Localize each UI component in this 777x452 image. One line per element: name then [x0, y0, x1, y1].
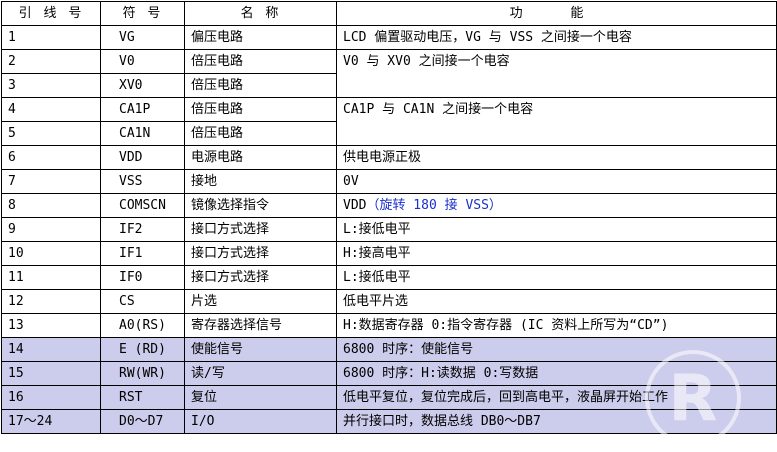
name-cell: 倍压电路	[184, 73, 337, 98]
function-cell: 供电电源正极	[336, 145, 777, 170]
function-cell: 低电平复位，复位完成后，回到高电平，液晶屏开始工作	[336, 385, 777, 410]
pin-cell: 2	[1, 49, 101, 74]
function-cell: H:接高电平	[336, 241, 777, 266]
pin-cell: 10	[1, 241, 101, 266]
name-cell: 接口方式选择	[184, 217, 337, 242]
name-cell: 复位	[184, 385, 337, 410]
pin-cell: 16	[1, 385, 101, 410]
function-cell: L:接低电平	[336, 265, 777, 290]
table-row: 16 RST 复位 低电平复位，复位完成后，回到高电平，液晶屏开始工作	[1, 385, 777, 410]
symbol-cell: D0～D7	[100, 409, 185, 434]
name-cell: 片选	[184, 289, 337, 314]
table-row: 12 CS 片选 低电平片选	[1, 289, 777, 314]
name-cell: 读/写	[184, 361, 337, 386]
pin-cell: 6	[1, 145, 101, 170]
pin-cell: 15	[1, 361, 101, 386]
symbol-cell: RW(WR)	[100, 361, 185, 386]
table-row: 10 IF1 接口方式选择 H:接高电平	[1, 241, 777, 266]
name-cell: 倍压电路	[184, 121, 337, 146]
table-row: 11 IF0 接口方式选择 L:接低电平	[1, 265, 777, 290]
name-cell: 电源电路	[184, 145, 337, 170]
symbol-cell: A0(RS)	[100, 313, 185, 338]
function-cell: 6800 时序：使能信号	[336, 337, 777, 362]
name-cell: I/O	[184, 409, 337, 434]
symbol-cell: IF0	[100, 265, 185, 290]
pin-cell: 9	[1, 217, 101, 242]
pin-cell: 7	[1, 169, 101, 194]
function-cell: 6800 时序：H:读数据 0:写数据	[336, 361, 777, 386]
table-row: 2 V0 倍压电路 V0 与 XV0 之间接一个电容	[1, 49, 777, 98]
symbol-cell: V0	[100, 49, 185, 74]
symbol-cell: CA1N	[100, 121, 185, 146]
name-cell: 接地	[184, 169, 337, 194]
name-cell: 偏压电路	[184, 25, 337, 50]
symbol-cell: VSS	[100, 169, 185, 194]
pin-cell: 13	[1, 313, 101, 338]
function-cell: 0V	[336, 169, 777, 194]
name-cell: 镜像选择指令	[184, 193, 337, 218]
function-cell: L:接低电平	[336, 217, 777, 242]
table-row: 15 RW(WR) 读/写 6800 时序：H:读数据 0:写数据	[1, 361, 777, 386]
symbol-cell: RST	[100, 385, 185, 410]
function-cell: LCD 偏置驱动电压，VG 与 VSS 之间接一个电容	[336, 25, 777, 50]
table-row: 9 IF2 接口方式选择 L:接低电平	[1, 217, 777, 242]
function-cell: VDD（旋转 180 接 VSS）	[336, 193, 777, 218]
pin-definition-table: 引 线 号 符 号 名 称 功 能 1 VG 偏压电路 LCD 偏置驱动电压，V…	[1, 1, 777, 434]
rotation-note: （旋转 180 接 VSS）	[366, 198, 502, 213]
header-symbol: 符 号	[100, 1, 185, 26]
table-row: 4 CA1P 倍压电路 CA1P 与 CA1N 之间接一个电容	[1, 97, 777, 146]
symbol-cell: CA1P	[100, 97, 185, 122]
header-pin: 引 线 号	[1, 1, 101, 26]
header-function: 功 能	[336, 1, 777, 26]
pin-cell: 17～24	[1, 409, 101, 434]
symbol-cell: E (RD)	[100, 337, 185, 362]
header-name: 名 称	[184, 1, 337, 26]
table-row: 17～24 D0～D7 I/O 并行接口时，数据总线 DB0～DB7	[1, 409, 777, 434]
symbol-cell: VG	[100, 25, 185, 50]
pin-cell: 14	[1, 337, 101, 362]
table-row: 1 VG 偏压电路 LCD 偏置驱动电压，VG 与 VSS 之间接一个电容	[1, 25, 777, 50]
name-cell: 寄存器选择信号	[184, 313, 337, 338]
pin-cell: 3	[1, 73, 101, 98]
table-row: 6 VDD 电源电路 供电电源正极	[1, 145, 777, 170]
name-cell: 接口方式选择	[184, 265, 337, 290]
pin-cell: 8	[1, 193, 101, 218]
symbol-cell: IF1	[100, 241, 185, 266]
pin-cell: 5	[1, 121, 101, 146]
name-cell: 倍压电路	[184, 49, 337, 74]
pin-cell: 4	[1, 97, 101, 122]
pin-cell: 12	[1, 289, 101, 314]
header-row: 引 线 号 符 号 名 称 功 能	[1, 1, 777, 26]
symbol-cell: CS	[100, 289, 185, 314]
symbol-cell: VDD	[100, 145, 185, 170]
name-cell: 使能信号	[184, 337, 337, 362]
function-text: VDD	[343, 198, 367, 213]
name-cell: 接口方式选择	[184, 241, 337, 266]
pin-cell: 11	[1, 265, 101, 290]
function-cell: 并行接口时，数据总线 DB0～DB7	[336, 409, 777, 434]
function-cell: H:数据寄存器 0:指令寄存器 (IC 资料上所写为“CD”)	[336, 313, 777, 338]
table-row: 14 E (RD) 使能信号 6800 时序：使能信号	[1, 337, 777, 362]
table-row: 7 VSS 接地 0V	[1, 169, 777, 194]
pin-cell: 1	[1, 25, 101, 50]
symbol-cell: COMSCN	[100, 193, 185, 218]
function-cell: V0 与 XV0 之间接一个电容	[336, 49, 777, 98]
symbol-cell: IF2	[100, 217, 185, 242]
name-cell: 倍压电路	[184, 97, 337, 122]
table-row: 8 COMSCN 镜像选择指令 VDD（旋转 180 接 VSS）	[1, 193, 777, 218]
symbol-cell: XV0	[100, 73, 185, 98]
function-cell: 低电平片选	[336, 289, 777, 314]
table-row: 13 A0(RS) 寄存器选择信号 H:数据寄存器 0:指令寄存器 (IC 资料…	[1, 313, 777, 338]
function-cell: CA1P 与 CA1N 之间接一个电容	[336, 97, 777, 146]
